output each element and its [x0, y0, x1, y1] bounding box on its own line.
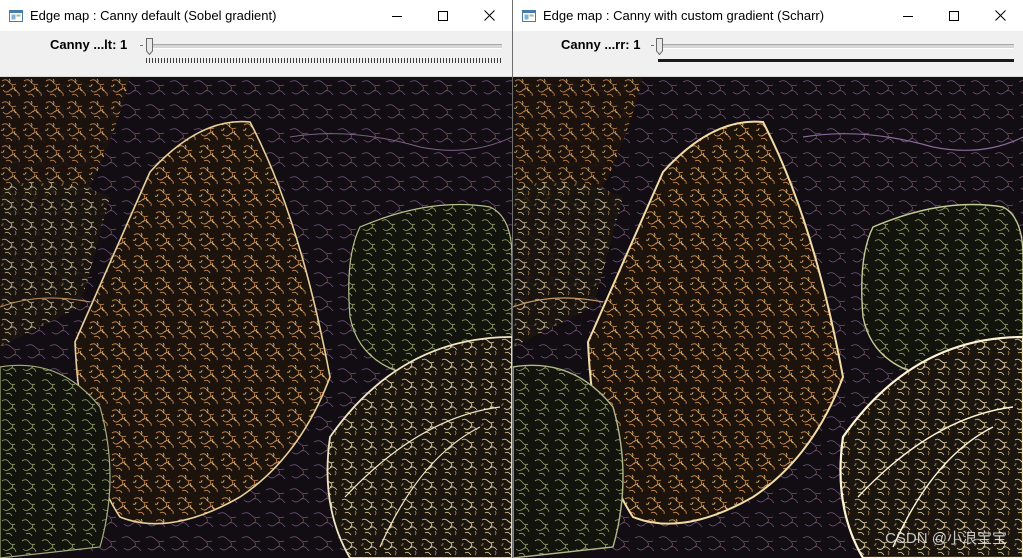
trackbar-thumb[interactable] [146, 38, 153, 55]
minimize-icon [903, 15, 913, 17]
window-canny-default: Edge map : Canny default (Sobel gradient… [0, 0, 512, 558]
trackbar-ticks [146, 58, 501, 63]
edge-map-image [0, 77, 512, 558]
maximize-icon [438, 10, 448, 21]
minimize-button[interactable] [885, 0, 931, 31]
minimize-icon [392, 15, 402, 17]
watermark-text: CSDN @小浪宝宝 [885, 530, 1007, 547]
trackbar-panel: Canny ...lt: 1 [0, 31, 512, 77]
app-window-icon [522, 9, 536, 22]
trackbar-min-mark [651, 45, 654, 46]
close-icon [483, 10, 495, 21]
trackbar-label: Canny ...lt: 1 [50, 37, 128, 52]
maximize-icon [949, 10, 959, 21]
edge-map-canvas [513, 77, 1023, 558]
edge-map-image: CSDN @小浪宝宝 [513, 77, 1023, 558]
close-button[interactable] [466, 0, 512, 31]
desktop: Edge map : Canny default (Sobel gradient… [0, 0, 1023, 558]
maximize-button[interactable] [420, 0, 466, 31]
title-bar[interactable]: Edge map : Canny default (Sobel gradient… [0, 0, 512, 31]
minimize-button[interactable] [374, 0, 420, 31]
maximize-button[interactable] [931, 0, 977, 31]
window-title: Edge map : Canny default (Sobel gradient… [30, 8, 277, 23]
trackbar-thumb[interactable] [656, 38, 663, 55]
trackbar-track[interactable] [658, 44, 1014, 49]
trackbar-min-mark [140, 45, 143, 46]
trackbar-track[interactable] [146, 44, 502, 49]
close-icon [994, 10, 1006, 21]
app-window-icon [9, 9, 23, 22]
window-canny-scharr: Edge map : Canny with custom gradient (S… [513, 0, 1023, 558]
trackbar-label: Canny ...rr: 1 [561, 37, 641, 52]
window-title: Edge map : Canny with custom gradient (S… [543, 8, 825, 23]
edge-map-canvas [0, 77, 512, 558]
title-bar[interactable]: Edge map : Canny with custom gradient (S… [513, 0, 1023, 31]
trackbar-ticks [658, 59, 1014, 62]
trackbar-panel: Canny ...rr: 1 [513, 31, 1023, 77]
close-button[interactable] [977, 0, 1023, 31]
